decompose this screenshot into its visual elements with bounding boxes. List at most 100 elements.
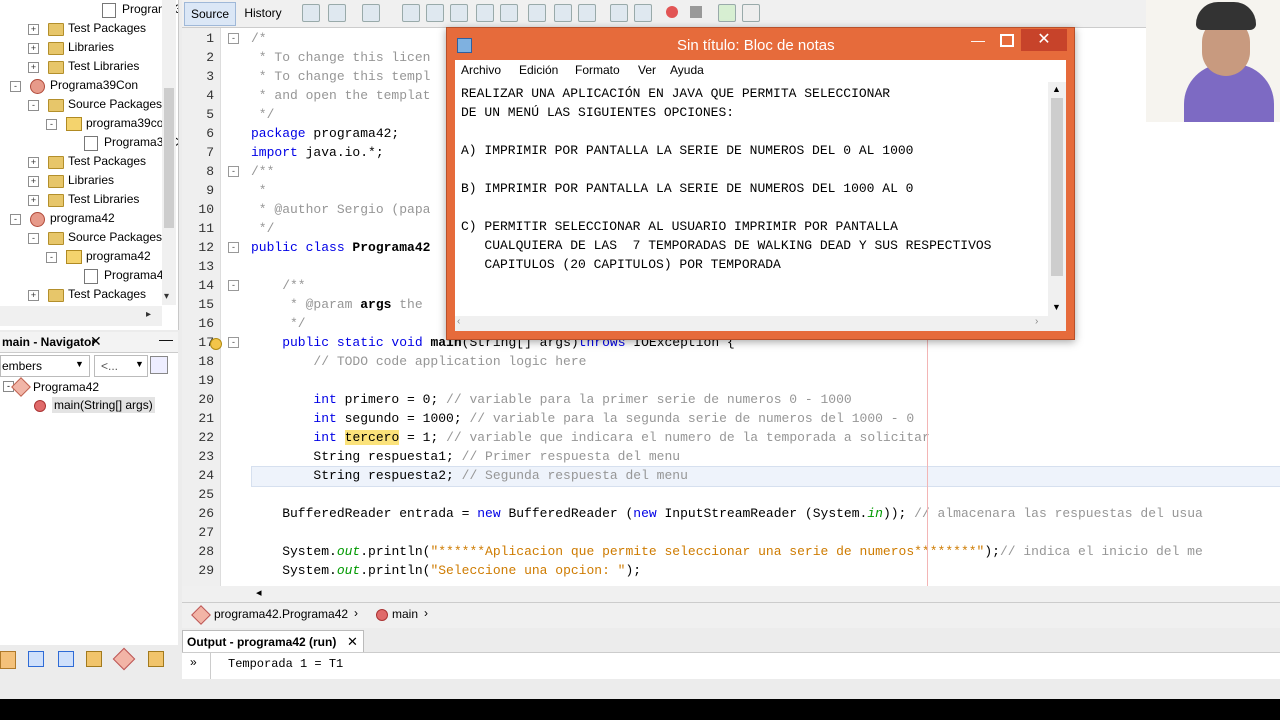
fold-toggle-icon[interactable]: -	[228, 166, 239, 177]
fold-toggle-icon[interactable]: -	[228, 242, 239, 253]
collapse-icon[interactable]: -	[10, 214, 21, 225]
lock-icon[interactable]	[86, 651, 102, 667]
collapse-icon[interactable]: -	[46, 252, 57, 263]
minimize-icon[interactable]: —	[971, 32, 985, 48]
selection-icon[interactable]	[500, 4, 518, 22]
notepad-window[interactable]: Sin título: Bloc de notas — ✕ Archivo Ed…	[446, 27, 1075, 340]
stack-icon[interactable]	[0, 651, 16, 669]
shift-left-icon[interactable]	[610, 4, 628, 22]
code-token: InputStreamReader (System.	[656, 506, 868, 521]
tab-history[interactable]: History	[238, 2, 288, 24]
line-number: 21	[198, 411, 214, 426]
code-line: */	[251, 105, 275, 124]
expand-icon[interactable]: +	[28, 176, 39, 187]
members-dropdown[interactable]: embers ▼	[0, 355, 90, 377]
find-next-icon[interactable]	[450, 4, 468, 22]
editor-hscrollbar[interactable]: ◂	[182, 586, 1280, 602]
method-icon	[34, 400, 46, 412]
close-button[interactable]: ✕	[1021, 29, 1067, 51]
comment-icon[interactable]	[742, 4, 760, 22]
notepad-text-line: A) IMPRIMIR POR PANTALLA LA SERIE DE NUM…	[461, 143, 914, 158]
navigator-title: main - Navigator	[2, 335, 97, 349]
last-edit-icon[interactable]	[302, 4, 320, 22]
toggle-bookmark-icon[interactable]	[578, 4, 596, 22]
filter-dropdown[interactable]: <... ▼	[94, 355, 148, 377]
menu-ayuda[interactable]: Ayuda	[670, 63, 704, 77]
menu-edicion[interactable]: Edición	[519, 63, 558, 77]
project-tree-scroll-thumb[interactable]	[164, 88, 174, 228]
menu-archivo[interactable]: Archivo	[461, 63, 501, 77]
project-tree-hscrollbar[interactable]: ▸	[0, 306, 162, 326]
class-icon	[11, 377, 31, 397]
scroll-up-icon[interactable]: ▲	[1052, 84, 1061, 94]
close-icon[interactable]: ✕	[347, 634, 358, 650]
previous-bookmark-icon[interactable]	[528, 4, 546, 22]
code-line: * @param args the	[251, 295, 423, 314]
navigator-item-class[interactable]: - Programa42	[0, 377, 178, 397]
hint-bulb-icon[interactable]	[210, 338, 222, 350]
minimize-icon[interactable]: —	[159, 331, 173, 347]
collapse-icon[interactable]: -	[28, 233, 39, 244]
stop-macro-icon[interactable]	[690, 6, 702, 18]
bottom-black-bar	[0, 699, 1280, 720]
package-filter-icon[interactable]	[148, 651, 164, 667]
scroll-right-icon[interactable]: ›	[1035, 316, 1038, 327]
maximize-icon[interactable]	[1000, 34, 1014, 47]
notepad-hscrollbar[interactable]: ‹ ›	[455, 316, 1048, 331]
class-filter-icon[interactable]	[112, 647, 136, 671]
forward-icon[interactable]	[362, 4, 380, 22]
collapse-icon[interactable]: -	[28, 100, 39, 111]
notepad-textarea[interactable]: REALIZAR UNA APLICACIÓN EN JAVA QUE PERM…	[455, 82, 1048, 316]
shift-right-icon[interactable]	[634, 4, 652, 22]
notepad-scroll-thumb[interactable]	[1051, 98, 1063, 276]
expand-icon[interactable]: +	[28, 290, 39, 301]
split-icon[interactable]	[58, 651, 74, 667]
rectangle-icon[interactable]	[28, 651, 44, 667]
fold-toggle-icon[interactable]: -	[228, 280, 239, 291]
expand-icon[interactable]: +	[28, 24, 39, 35]
project-tree-panel: Programa39.+Test Packages+Libraries+Test…	[0, 0, 179, 330]
navigator-options-icon[interactable]	[150, 356, 168, 374]
project-tree-scrollbar[interactable]: ▾	[162, 0, 176, 305]
tab-output[interactable]: Output - programa42 (run) ✕	[182, 630, 364, 653]
find-previous-icon[interactable]	[426, 4, 444, 22]
menu-formato[interactable]: Formato	[575, 63, 620, 77]
tab-source[interactable]: Source	[184, 2, 236, 26]
scroll-left-icon[interactable]: ◂	[256, 586, 262, 599]
toggle-highlight-icon[interactable]	[476, 4, 494, 22]
scroll-down-icon[interactable]: ▼	[1052, 302, 1061, 312]
navigator-item-method[interactable]: main(String[] args)	[0, 396, 178, 415]
breadcrumb-class[interactable]: programa42.Programa42	[214, 607, 348, 621]
notepad-titlebar[interactable]: Sin título: Bloc de notas — ✕	[447, 28, 1074, 62]
expand-icon[interactable]: +	[28, 195, 39, 206]
code-line: *	[251, 181, 267, 200]
fold-toggle-icon[interactable]: -	[228, 33, 239, 44]
code-token: out	[336, 563, 361, 578]
fold-toggle-icon[interactable]: -	[228, 337, 239, 348]
chart-icon[interactable]	[718, 4, 736, 22]
notepad-vscrollbar[interactable]: ▲ ▼	[1048, 82, 1066, 316]
search-icon[interactable]	[402, 4, 420, 22]
close-icon[interactable]: ✕	[90, 333, 102, 350]
scroll-down-icon[interactable]: ▾	[164, 291, 169, 302]
code-token: /**	[251, 164, 275, 179]
record-macro-icon[interactable]	[666, 6, 678, 18]
collapse-icon[interactable]: -	[10, 81, 21, 92]
code-line: */	[251, 314, 306, 333]
rerun-icon[interactable]: »	[190, 655, 197, 669]
code-token: // indica el inicio del me	[999, 544, 1203, 559]
filter-label: <...	[101, 359, 119, 373]
code-token: Programa42	[344, 240, 431, 255]
collapse-icon[interactable]: -	[46, 119, 57, 130]
expand-icon[interactable]: +	[28, 62, 39, 73]
menu-ver[interactable]: Ver	[638, 63, 656, 77]
expand-icon[interactable]: +	[28, 43, 39, 54]
scroll-left-icon[interactable]: ‹	[457, 316, 460, 327]
next-bookmark-icon[interactable]	[554, 4, 572, 22]
back-icon[interactable]	[328, 4, 346, 22]
scroll-right-icon[interactable]: ▸	[146, 309, 151, 320]
expand-icon[interactable]: +	[28, 157, 39, 168]
code-token: BufferedReader (	[500, 506, 634, 521]
code-token: new	[477, 506, 501, 521]
breadcrumb-method[interactable]: main	[392, 607, 418, 621]
